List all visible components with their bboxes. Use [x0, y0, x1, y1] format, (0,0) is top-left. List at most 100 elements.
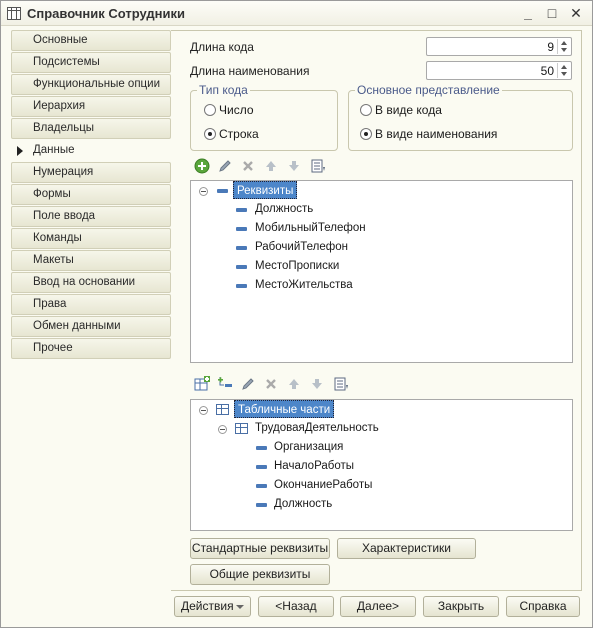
add-attribute-icon[interactable]	[217, 376, 233, 392]
attribute-icon	[256, 465, 267, 469]
tab-label: Данные	[33, 144, 75, 156]
radio-label: В виде кода	[375, 103, 442, 117]
attribute-icon	[236, 208, 247, 212]
radio-circle	[360, 128, 372, 140]
name-length-field[interactable]: 50	[426, 61, 572, 80]
radio-selected-dot	[364, 132, 368, 136]
add-icon[interactable]	[194, 158, 210, 174]
collapse-icon[interactable]	[218, 425, 227, 434]
tree-item[interactable]: МестоПрописки	[255, 257, 339, 275]
tab-rights[interactable]: Права	[11, 294, 171, 315]
tree-item[interactable]: РабочийТелефон	[255, 238, 348, 256]
collapse-icon[interactable]	[199, 187, 208, 196]
tab-input-field[interactable]: Поле ввода	[11, 206, 171, 227]
tree-item[interactable]: МобильныйТелефон	[255, 219, 366, 237]
move-down-icon[interactable]	[309, 376, 325, 392]
tabular-parts-tree[interactable]: Табличные части ТрудоваяДеятельность Орг…	[190, 399, 573, 531]
tab-numbering[interactable]: Нумерация	[11, 162, 171, 183]
tab-other[interactable]: Прочее	[11, 338, 171, 359]
main-presentation-title: Основное представление	[355, 83, 502, 97]
tab-label: Ввод на основании	[33, 276, 136, 288]
radio-label: Число	[219, 103, 254, 117]
attribute-icon	[236, 227, 247, 231]
chevron-down-icon	[236, 605, 244, 609]
characteristics-button[interactable]: Характеристики	[337, 538, 476, 559]
main-presentation-group: Основное представление В виде кода В вид…	[348, 83, 573, 151]
tab-commands[interactable]: Команды	[11, 228, 171, 249]
help-button[interactable]: Справка	[506, 596, 580, 617]
spin-down-icon	[561, 48, 567, 52]
back-button[interactable]: <Назад	[258, 596, 334, 617]
title-bar[interactable]: Справочник Сотрудники _ □ ✕	[1, 1, 592, 26]
tab-label: Иерархия	[33, 100, 86, 112]
attribute-icon	[236, 284, 247, 288]
code-length-label: Длина кода	[190, 40, 254, 54]
name-length-label: Длина наименования	[190, 64, 310, 78]
name-length-spinner[interactable]	[557, 63, 570, 78]
window-title: Справочник Сотрудники	[27, 6, 185, 21]
code-length-field[interactable]: 9	[426, 37, 572, 56]
tab-owners[interactable]: Владельцы	[11, 118, 171, 139]
next-button[interactable]: Далее>	[340, 596, 416, 617]
tree-item[interactable]: ОкончаниеРаботы	[274, 476, 372, 494]
minimize-button[interactable]: _	[519, 5, 537, 21]
spin-down-icon	[561, 72, 567, 76]
add-table-icon[interactable]	[194, 376, 210, 392]
tree-item[interactable]: Должность	[274, 495, 332, 513]
sort-list-icon[interactable]	[310, 158, 326, 174]
edit-icon[interactable]	[217, 158, 233, 174]
tab-data-exchange[interactable]: Обмен данными	[11, 316, 171, 337]
tree-root-requisites[interactable]: Реквизиты	[233, 181, 298, 199]
tab-label: Права	[33, 298, 67, 310]
tab-label: Макеты	[33, 254, 74, 266]
table-icon	[235, 423, 248, 434]
tree-item[interactable]: МестоЖительства	[255, 276, 353, 294]
code-type-title: Тип кода	[197, 83, 250, 97]
tab-label: Команды	[33, 232, 82, 244]
tree-item[interactable]: Должность	[255, 200, 313, 218]
radio-circle	[204, 128, 216, 140]
sort-list-icon[interactable]	[333, 376, 349, 392]
close-button[interactable]: Закрыть	[423, 596, 499, 617]
code-length-spinner[interactable]	[557, 39, 570, 54]
radio-label: Строка	[219, 127, 259, 141]
requisites-toolbar	[194, 158, 334, 176]
tree-item[interactable]: Организация	[274, 438, 343, 456]
tab-functional-options[interactable]: Функциональные опции	[11, 74, 171, 95]
actions-menu-button[interactable]: Действия	[174, 596, 251, 617]
tab-input-based-on[interactable]: Ввод на основании	[11, 272, 171, 293]
tab-subsystems[interactable]: Подсистемы	[11, 52, 171, 73]
radio-circle	[204, 104, 216, 116]
attribute-icon	[256, 446, 267, 450]
attribute-icon	[236, 265, 247, 269]
delete-icon[interactable]	[240, 158, 256, 174]
tabular-parts-icon	[216, 404, 229, 415]
tab-data[interactable]: Данные	[7, 140, 179, 161]
actions-label: Действия	[181, 599, 234, 613]
tabular-toolbar	[194, 376, 354, 394]
tab-hierarchy[interactable]: Иерархия	[11, 96, 171, 117]
collapse-icon[interactable]	[199, 406, 208, 415]
attribute-icon	[236, 246, 247, 250]
tab-templates[interactable]: Макеты	[11, 250, 171, 271]
tab-label: Владельцы	[33, 122, 95, 134]
standard-attributes-button[interactable]: Стандартные реквизиты	[190, 538, 330, 559]
tab-label: Формы	[33, 188, 71, 200]
tab-forms[interactable]: Формы	[11, 184, 171, 205]
move-up-icon[interactable]	[263, 158, 279, 174]
move-down-icon[interactable]	[286, 158, 302, 174]
maximize-button[interactable]: □	[543, 5, 561, 21]
delete-icon[interactable]	[263, 376, 279, 392]
common-attributes-button[interactable]: Общие реквизиты	[190, 564, 330, 585]
tab-label: Подсистемы	[33, 56, 100, 68]
tree-item-table[interactable]: ТрудоваяДеятельность	[255, 419, 379, 437]
close-window-button[interactable]: ✕	[567, 5, 585, 21]
tab-label: Нумерация	[33, 166, 94, 178]
tree-root-tabular-parts[interactable]: Табличные части	[234, 400, 335, 418]
radio-label: В виде наименования	[375, 127, 498, 141]
tab-main[interactable]: Основные	[11, 30, 171, 51]
requisites-tree[interactable]: Реквизиты Должность МобильныйТелефон Раб…	[190, 180, 573, 363]
tree-item[interactable]: НачалоРаботы	[274, 457, 354, 475]
move-up-icon[interactable]	[286, 376, 302, 392]
edit-icon[interactable]	[240, 376, 256, 392]
